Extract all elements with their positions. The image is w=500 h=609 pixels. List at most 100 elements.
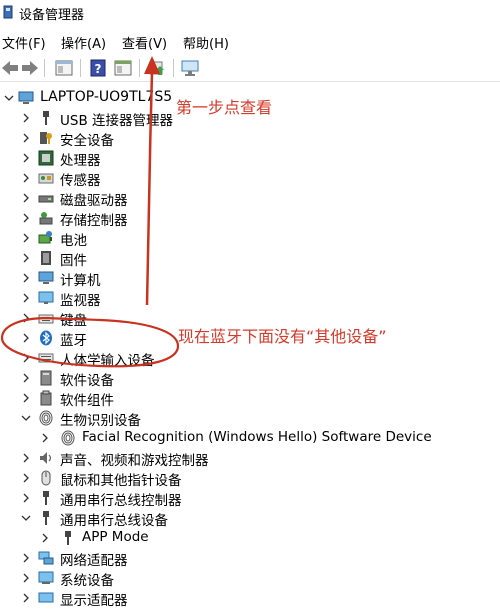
show-hide-icon[interactable] [113, 58, 133, 78]
tree-item-label: 计算机 [60, 273, 101, 289]
toolbar-separator [44, 59, 45, 77]
menu-help[interactable]: 帮助(H) [183, 33, 229, 52]
chevron-right-icon[interactable] [40, 433, 50, 443]
chevron-right-icon[interactable] [21, 153, 31, 163]
root-label: LAPTOP-UO9TL7S5 [40, 89, 173, 105]
tree-item-mouse[interactable]: 鼠标和其他指针设备 [0, 468, 500, 489]
tree-item-label: 软件设备 [60, 373, 114, 389]
software-component-icon [40, 390, 52, 406]
tree-item-system[interactable]: 系统设备 [0, 568, 500, 589]
tree-item-disk[interactable]: 磁盘驱动器 [0, 188, 500, 209]
tree-item-processor[interactable]: 处理器 [0, 148, 500, 169]
update-driver-icon[interactable] [147, 58, 167, 78]
tree-item-battery[interactable]: 电池 [0, 228, 500, 249]
computer-icon [38, 271, 54, 284]
tree-item-label: 存储控制器 [60, 213, 128, 229]
tree-item-computer[interactable]: 计算机 [0, 268, 500, 289]
chevron-right-icon[interactable] [21, 473, 31, 483]
toolbar-separator [139, 59, 140, 77]
tree-item-usb-controller[interactable]: 通用串行总线控制器 [0, 488, 500, 509]
battery-icon [38, 231, 52, 244]
chevron-right-icon[interactable] [21, 553, 31, 563]
tree-item-display-adapter[interactable]: 显示适配器 [0, 588, 500, 609]
menu-action[interactable]: 操作(A) [61, 33, 106, 52]
tree-item-monitor[interactable]: 监视器 [0, 288, 500, 309]
chevron-down-icon[interactable] [21, 513, 31, 523]
chevron-right-icon[interactable] [21, 253, 31, 263]
menu-bar: 文件(F) 操作(A) 查看(V) 帮助(H) [0, 30, 500, 52]
toolbar: ? [0, 55, 500, 82]
tree-item-network[interactable]: 网络适配器 [0, 548, 500, 569]
tree-item-label: 固件 [60, 253, 87, 269]
chevron-right-icon[interactable] [21, 193, 31, 203]
tree-item-software-component[interactable]: 软件组件 [0, 388, 500, 409]
title-bar: 设备管理器 [0, 0, 500, 26]
tree-item-label: USB 连接器管理器 [60, 113, 174, 129]
chevron-right-icon[interactable] [21, 273, 31, 283]
chevron-right-icon[interactable] [21, 133, 31, 143]
chevron-down-icon[interactable] [21, 413, 31, 423]
firmware-icon [41, 251, 51, 265]
tree-item-storage[interactable]: 存储控制器 [0, 208, 500, 229]
tree-item-sound[interactable]: 声音、视频和游戏控制器 [0, 448, 500, 469]
tree-item-label: 键盘 [60, 313, 87, 329]
chevron-right-icon[interactable] [21, 393, 31, 403]
chevron-right-icon[interactable] [21, 233, 31, 243]
keyboard-icon [38, 314, 54, 324]
tree-child-facial-recognition[interactable]: Facial Recognition (Windows Hello) Softw… [0, 428, 500, 448]
chevron-right-icon[interactable] [21, 493, 31, 503]
menu-view[interactable]: 查看(V) [122, 33, 167, 52]
tree-item-software-device[interactable]: 软件设备 [0, 368, 500, 389]
usb-device-icon [43, 511, 49, 525]
tree-item-usb-device[interactable]: 通用串行总线设备 [0, 508, 500, 529]
chevron-right-icon[interactable] [21, 373, 31, 383]
tree-item-firmware[interactable]: 固件 [0, 248, 500, 269]
annotation-bluetooth-note: 现在蓝牙下面没有“其他设备” [178, 327, 387, 346]
chevron-right-icon[interactable] [21, 453, 31, 463]
svg-text:?: ? [95, 62, 102, 76]
tree-item-security[interactable]: 安全设备 [0, 128, 500, 149]
tree-item-label: 显示适配器 [60, 593, 128, 609]
tree-item-label: 声音、视频和游戏控制器 [60, 453, 209, 469]
tree-item-label: 人体学输入设备 [60, 353, 155, 369]
chevron-right-icon[interactable] [40, 533, 50, 543]
chevron-right-icon[interactable] [21, 573, 31, 583]
chevron-right-icon[interactable] [21, 353, 31, 363]
tree-item-sensor[interactable]: 传感器 [0, 168, 500, 189]
chevron-right-icon[interactable] [21, 593, 31, 603]
usb-controller-icon [43, 491, 49, 505]
tree-item-label: Facial Recognition (Windows Hello) Softw… [82, 429, 432, 445]
tree-item-label: 安全设备 [60, 133, 114, 149]
chevron-right-icon[interactable] [21, 113, 31, 123]
storage-controller-icon [39, 212, 53, 225]
forward-icon[interactable] [20, 58, 40, 78]
chevron-down-icon[interactable] [4, 93, 14, 103]
menu-file[interactable]: 文件(F) [2, 33, 46, 52]
tree-item-hid[interactable]: 人体学输入设备 [0, 348, 500, 369]
display-adapter-icon [38, 592, 54, 603]
tree-item-label: 网络适配器 [60, 553, 128, 569]
tree-item-label: 生物识别设备 [60, 413, 141, 429]
chevron-right-icon[interactable] [21, 333, 31, 343]
device-manager-icon [3, 5, 13, 19]
tree-child-app-mode[interactable]: APP Mode [0, 528, 500, 548]
help-icon[interactable]: ? [88, 58, 108, 78]
scan-hardware-icon[interactable] [180, 58, 200, 78]
speaker-icon [40, 452, 52, 464]
toolbar-separator [80, 59, 81, 77]
chevron-right-icon[interactable] [21, 173, 31, 183]
chevron-right-icon[interactable] [21, 293, 31, 303]
back-icon[interactable] [0, 58, 20, 78]
system-device-icon [38, 571, 54, 584]
tree-item-label: 软件组件 [60, 393, 114, 409]
fingerprint-icon [39, 410, 53, 426]
properties-icon[interactable] [54, 58, 74, 78]
window-title: 设备管理器 [19, 7, 85, 23]
tree-item-label: 电池 [60, 233, 87, 249]
tree-item-label: 处理器 [60, 153, 101, 169]
tree-item-biometric[interactable]: 生物识别设备 [0, 408, 500, 429]
tree-item-label: 鼠标和其他指针设备 [60, 473, 182, 489]
chevron-right-icon[interactable] [21, 213, 31, 223]
security-key-icon [40, 132, 52, 144]
chevron-right-icon[interactable] [21, 313, 31, 323]
